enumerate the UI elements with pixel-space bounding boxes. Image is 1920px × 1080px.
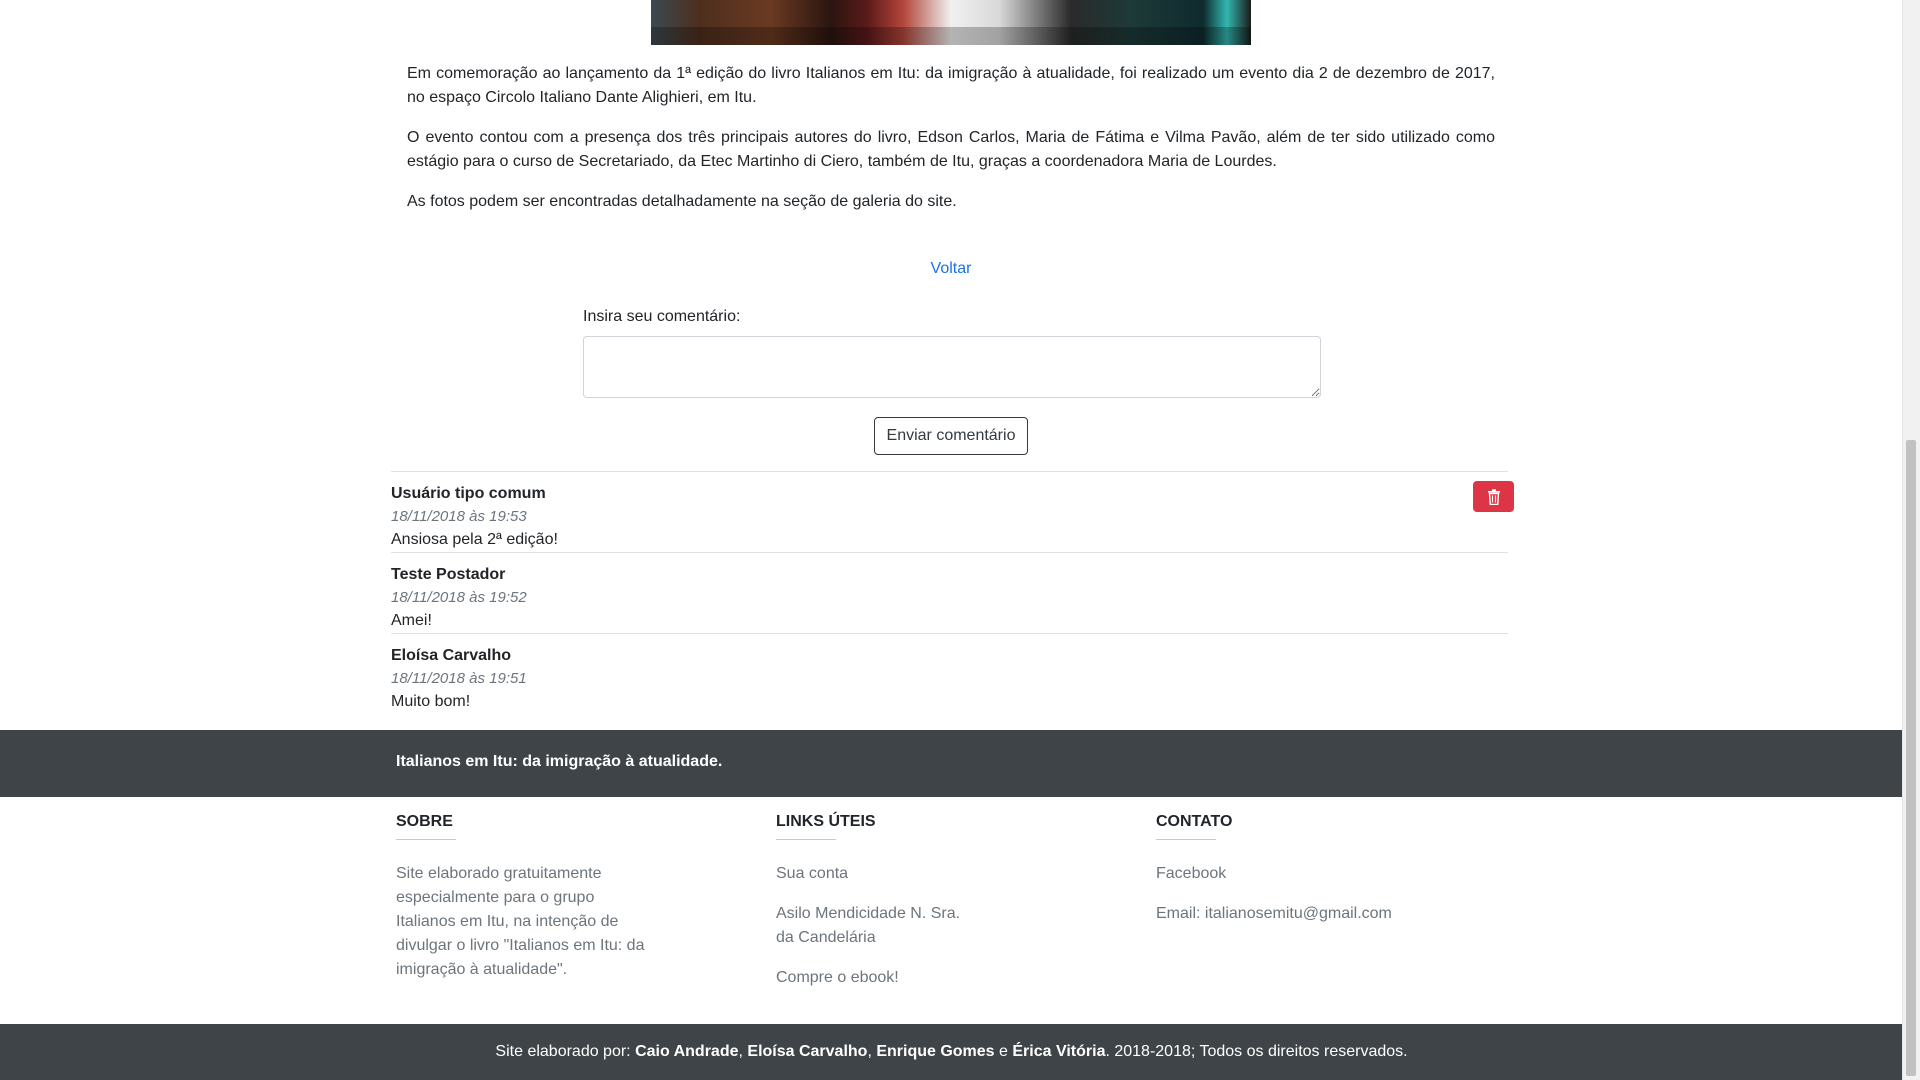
comment-text: Ansiosa pela 2ª edição!	[391, 531, 558, 548]
comment-author: Eloísa Carvalho	[391, 647, 512, 664]
back-link[interactable]: Voltar	[931, 260, 972, 277]
credits-author: Eloísa Carvalho	[747, 1043, 868, 1060]
comment-item: Teste Postador 18/11/2018 às 19:52 Amei!	[391, 552, 1508, 633]
footer-link-asilo[interactable]: Asilo Mendicidade N. Sra. da Candelária	[776, 902, 976, 950]
comment-textarea[interactable]	[583, 336, 1321, 398]
credits-author: Érica Vitória	[1012, 1043, 1106, 1060]
comment-date: 18/11/2018 às 19:52	[391, 589, 527, 606]
submit-container: Enviar comentário	[0, 417, 1902, 455]
footer-columns: SOBRE Site elaborado gratuitamente espec…	[0, 797, 1903, 1024]
heading-rule	[776, 839, 836, 840]
footer-links: LINKS ÚTEIS Sua conta Asilo Mendicidade …	[776, 813, 976, 1006]
footer-link-email[interactable]: Email: italianosemitu@gmail.com	[1156, 902, 1456, 926]
footer-about: SOBRE Site elaborado gratuitamente espec…	[396, 813, 656, 982]
article-paragraph: As fotos podem ser encontradas detalhada…	[407, 193, 957, 210]
credits-author: Enrique Gomes	[876, 1043, 995, 1060]
submit-comment-button[interactable]: Enviar comentário	[873, 417, 1029, 455]
footer-tagline: Italianos em Itu: da imigração à atualid…	[396, 753, 723, 770]
page-scrollbar[interactable]	[1902, 0, 1920, 1080]
footer-credits: Site elaborado por: Caio Andrade, Eloísa…	[0, 1024, 1903, 1080]
comments-list: Usuário tipo comum 18/11/2018 às 19:53 A…	[391, 471, 1514, 714]
comment-author: Usuário tipo comum	[391, 485, 546, 502]
article-body: Em comemoração ao lançamento da 1ª ediçã…	[407, 62, 1495, 230]
comment-date: 18/11/2018 às 19:53	[391, 508, 527, 525]
footer-links-heading: LINKS ÚTEIS	[776, 813, 876, 830]
credits-prefix: Site elaborado por:	[495, 1043, 636, 1060]
footer-tagline-band: Italianos em Itu: da imigração à atualid…	[0, 730, 1903, 797]
back-link-container: Voltar	[0, 260, 1902, 278]
credits-author: Caio Andrade	[635, 1043, 739, 1060]
article-paragraph: Em comemoração ao lançamento da 1ª ediçã…	[407, 65, 1495, 106]
comment-form: Insira seu comentário:	[583, 308, 1321, 403]
credits-separator: ,	[867, 1043, 877, 1060]
footer-contact-heading: CONTATO	[1156, 813, 1233, 830]
comment-item: Usuário tipo comum 18/11/2018 às 19:53 A…	[391, 471, 1514, 552]
footer-about-heading: SOBRE	[396, 813, 453, 830]
comment-date: 18/11/2018 às 19:51	[391, 670, 527, 687]
footer-about-text: Site elaborado gratuitamente especialmen…	[396, 865, 645, 978]
comment-text: Amei!	[391, 612, 432, 629]
credits-suffix: . 2018-2018; Todos os direitos reservado…	[1105, 1043, 1408, 1060]
comment-label: Insira seu comentário:	[583, 308, 741, 325]
footer-link-ebook[interactable]: Compre o ebook!	[776, 966, 976, 990]
heading-rule	[1156, 839, 1216, 840]
delete-comment-button[interactable]	[1473, 481, 1514, 512]
heading-rule	[396, 839, 456, 840]
footer-contact: CONTATO Facebook Email: italianosemitu@g…	[1156, 813, 1456, 942]
trash-icon	[1487, 488, 1500, 505]
comment-item: Eloísa Carvalho 18/11/2018 às 19:51 Muit…	[391, 633, 1508, 714]
footer-link-facebook[interactable]: Facebook	[1156, 862, 1456, 886]
footer-link-account[interactable]: Sua conta	[776, 862, 976, 886]
credits-separator: e	[994, 1043, 1013, 1060]
article-photo	[651, 0, 1251, 45]
article-paragraph: O evento contou com a presença dos três …	[407, 129, 1495, 170]
scrollbar-thumb[interactable]	[1906, 440, 1916, 1076]
comment-author: Teste Postador	[391, 566, 506, 583]
comment-text: Muito bom!	[391, 693, 471, 710]
